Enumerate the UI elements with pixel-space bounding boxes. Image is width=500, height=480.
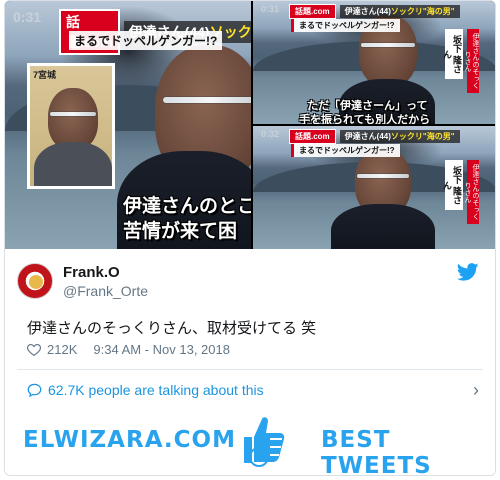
subtitle-line-1: 伊達さんのとこ [123, 196, 251, 217]
news-ticker: 話題.com 伊達さん(44)ソックリ"海の男" [289, 4, 460, 19]
divider [17, 369, 483, 370]
speech-bubble-icon [27, 383, 42, 397]
subtitle-line-2: 手を振られても別人だから [299, 114, 431, 124]
clock-text: 0:31 [13, 9, 42, 25]
sunglasses [361, 43, 415, 47]
heart-icon[interactable] [27, 343, 41, 356]
tweet-author[interactable]: Frank.O @Frank_Orte [17, 263, 148, 299]
author-names: Frank.O @Frank_Orte [63, 264, 148, 299]
photo-grid[interactable]: 0:31 話題.com 伊達さん(44)ソックリ"海 まるでドッペルゲンガー!?… [5, 1, 495, 249]
name-caption: 坂下 隆さん [442, 160, 463, 210]
person-body [331, 204, 435, 249]
twitter-bird-icon[interactable] [457, 263, 479, 281]
sunglasses [163, 97, 251, 103]
ticker-subtitle: まるでドッペルゲンガー!? [291, 144, 400, 157]
clock-text: 0:31 [261, 4, 280, 14]
photo-bottom-right[interactable]: 0:32 話題.com 伊達さん(44)ソックリ"海の男" まるでドッペルゲンガ… [253, 126, 495, 249]
tweet-meta: 212K 9:34 AM - Nov 13, 2018 [27, 342, 230, 357]
like-count[interactable]: 212K [47, 342, 77, 357]
inset-label: 7宮城 [33, 70, 57, 80]
embedded-tweet-card: 0:31 話題.com 伊達さん(44)ソックリ"海 まるでドッペルゲンガー!?… [4, 0, 496, 476]
name-red-bar: 伊達さんのそっくりさん [464, 29, 479, 93]
talking-about-link[interactable]: 62.7K people are talking about this › [27, 381, 479, 399]
tweet-timestamp[interactable]: 9:34 AM - Nov 13, 2018 [93, 342, 230, 357]
best-tweets-label: BEST TWEETS [321, 427, 432, 476]
avatar[interactable] [17, 263, 53, 299]
inset-glasses [50, 112, 96, 116]
handle[interactable]: @Frank_Orte [63, 283, 148, 299]
ticker-subtitle: まるでドッペルゲンガー!? [65, 31, 223, 50]
thumbs-up-icon [244, 417, 285, 467]
ticker-brand: 話題.com [289, 4, 336, 19]
ticker-brand: 話題.com [289, 129, 336, 144]
display-name[interactable]: Frank.O [63, 264, 148, 281]
site-name[interactable]: ELWIZARA.COM [23, 427, 236, 453]
news-ticker: 話題.com 伊達さん(44)ソックリ"海の男" [289, 129, 460, 144]
tweet-text: 伊達さんのそっくりさん、取材受けてる 笑 [27, 320, 317, 337]
name-caption: 坂下 隆さん [442, 29, 463, 79]
sunglasses [357, 174, 409, 178]
chevron-right-icon[interactable]: › [473, 381, 479, 399]
subtitle-line-2: 苦情が来て困 [123, 221, 238, 242]
clock-text: 0:32 [261, 129, 280, 139]
inset-body [34, 142, 112, 186]
ticker-headline: 伊達さん(44)ソックリ"海の男" [339, 5, 460, 18]
photo-top-right[interactable]: 0:31 話題.com 伊達さん(44)ソックリ"海の男" まるでドッペルゲンガ… [253, 1, 495, 124]
inset-photo: 7宮城 [27, 63, 115, 189]
ticker-headline: 伊達さん(44)ソックリ"海の男" [339, 130, 460, 143]
branding-banner: ELWIZARA.COM BEST TWEETS [5, 403, 495, 476]
photo-main[interactable]: 0:31 話題.com 伊達さん(44)ソックリ"海 まるでドッペルゲンガー!?… [5, 1, 251, 249]
inset-face [48, 88, 98, 150]
name-red-bar: 伊達さんのそっくりさん [464, 160, 479, 224]
ticker-subtitle: まるでドッペルゲンガー!? [291, 19, 400, 32]
talking-text[interactable]: 62.7K people are talking about this [48, 382, 264, 398]
